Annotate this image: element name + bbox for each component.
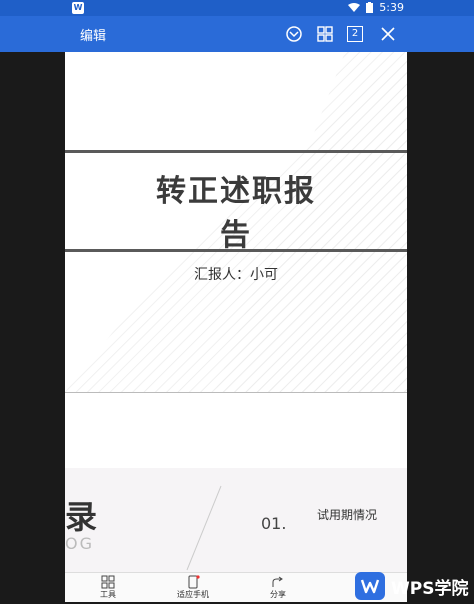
tools-button[interactable]: 工具: [78, 575, 138, 600]
grid-view-icon[interactable]: [316, 25, 334, 43]
status-bar: W 5:39: [0, 0, 474, 16]
slide-title-line2: 告: [220, 218, 252, 253]
wps-w-icon: [360, 579, 380, 594]
clock: 5:39: [379, 1, 404, 14]
toc-english: OG: [65, 534, 94, 553]
toc-item-number: 01.: [261, 514, 287, 533]
fit-phone-button[interactable]: 适应手机: [163, 575, 223, 600]
edit-button[interactable]: 编辑: [80, 25, 106, 44]
slide-canvas[interactable]: 转正述职报 告 汇报人：小可 录 OG 01. 试用期情况: [65, 52, 407, 572]
player-mode-icon[interactable]: [285, 25, 303, 43]
reporter-name: 汇报人：小可: [194, 267, 278, 283]
top-toolbar: 编辑 2: [0, 16, 474, 52]
share-label: 分享: [270, 590, 286, 599]
status-icons: 5:39: [348, 1, 404, 14]
share-icon: [272, 576, 283, 587]
wps-academy-text: WPS学院: [391, 579, 469, 599]
wps-app-icon: W: [72, 2, 84, 14]
toc-heading: 录: [65, 498, 98, 536]
close-icon[interactable]: [379, 25, 397, 43]
slide-2-preview[interactable]: 录 OG 01. 试用期情况: [65, 468, 407, 572]
share-button[interactable]: 分享: [248, 575, 308, 600]
tools-label: 工具: [100, 590, 116, 599]
page-count-button[interactable]: 2: [347, 26, 363, 42]
title-top-rule: [65, 150, 407, 153]
fit-phone-label: 适应手机: [177, 590, 209, 599]
toc-item-label: 试用期情况: [317, 508, 378, 522]
page-count: 2: [351, 28, 359, 39]
wifi-icon: [348, 2, 361, 12]
phone-icon: [188, 575, 200, 589]
wps-logo: [355, 572, 385, 600]
slide-title-line1: 转正述职报: [156, 174, 316, 209]
diagonal-line: [186, 485, 222, 571]
page-divider: [65, 392, 407, 393]
tools-icon: [101, 575, 115, 589]
wps-academy-watermark: WPS学院: [355, 570, 474, 601]
battery-icon: [366, 2, 374, 13]
title-bottom-rule: [65, 249, 407, 252]
